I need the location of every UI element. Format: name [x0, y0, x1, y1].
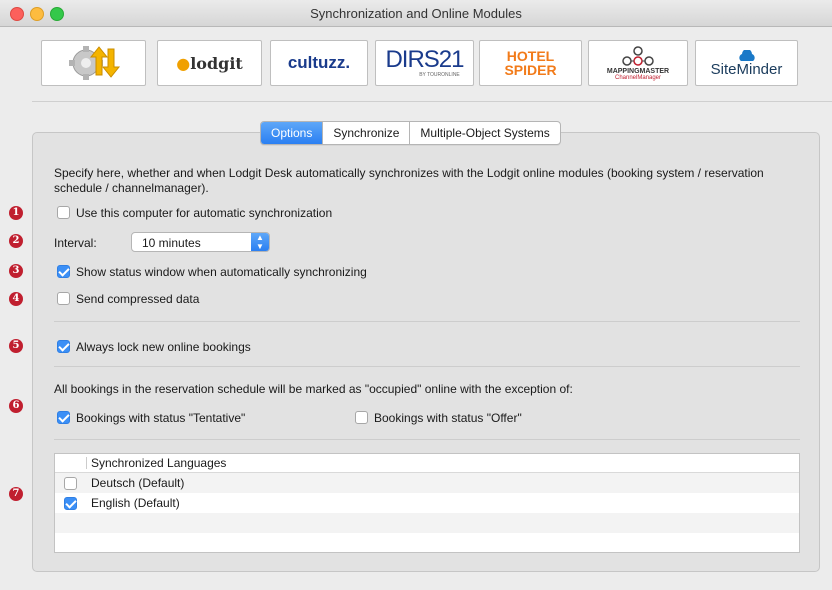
auto-sync-label: Use this computer for automatic synchron…	[76, 206, 333, 220]
lock-bookings-checkbox[interactable]	[57, 340, 70, 353]
mappingmaster-logo: MAPPINGMASTER	[606, 67, 670, 75]
cloud-icon	[738, 49, 755, 61]
section-divider	[54, 366, 800, 367]
tentative-checkbox[interactable]	[57, 411, 70, 424]
table-row	[55, 513, 799, 533]
step-badge-3: 3	[9, 264, 23, 278]
section-divider	[54, 321, 800, 322]
siteminder-module-button[interactable]: SiteMinder	[695, 40, 798, 86]
offer-label: Bookings with status "Offer"	[374, 411, 522, 425]
step-badge-6: 6	[9, 399, 23, 413]
window-title: Synchronization and Online Modules	[310, 6, 522, 21]
intro-text: Specify here, whether and when Lodgit De…	[54, 166, 764, 195]
toolbar-divider	[32, 101, 832, 102]
compressed-data-checkbox[interactable]	[57, 292, 70, 305]
updown-chevron-icon: ▲ ▼	[251, 233, 269, 251]
tab-multiple-object-systems[interactable]: Multiple-Object Systems	[410, 122, 559, 144]
dirs21-tagline: BY TOURONLINE	[419, 72, 460, 78]
tab-synchronize[interactable]: Synchronize	[323, 122, 411, 144]
offer-checkbox[interactable]	[355, 411, 368, 424]
interval-value: 10 minutes	[142, 236, 201, 250]
module-toolbar: ●lodgit cultuzz. DIRS21 BY TOURONLINE HO…	[0, 27, 832, 101]
interval-select[interactable]: 10 minutes ▲ ▼	[131, 232, 270, 252]
status-window-label: Show status window when automatically sy…	[76, 265, 367, 279]
language-label: English (Default)	[91, 496, 180, 510]
tab-bar: Options Synchronize Multiple-Object Syst…	[260, 121, 561, 145]
lodgit-logo: ●lodgit	[176, 53, 243, 73]
step-badge-7: 7	[9, 487, 23, 501]
table-row[interactable]: English (Default)	[55, 493, 799, 513]
step-badge-4: 4	[9, 292, 23, 306]
auto-sync-checkbox[interactable]	[57, 206, 70, 219]
cultuzz-logo: cultuzz.	[287, 53, 351, 72]
interval-label: Interval:	[54, 236, 97, 250]
languages-column-header[interactable]: Synchronized Languages	[91, 456, 226, 470]
network-icon	[622, 45, 654, 66]
siteminder-logo: SiteMinder	[710, 60, 783, 78]
tab-options[interactable]: Options	[261, 122, 324, 144]
sync-gear-icon	[68, 46, 120, 80]
language-label: Deutsch (Default)	[91, 476, 185, 490]
lodgit-module-button[interactable]: ●lodgit	[157, 40, 262, 86]
language-checkbox-deutsch[interactable]	[64, 477, 77, 490]
sync-settings-button[interactable]	[41, 40, 146, 86]
hotelspider-logo: HOTEL SPIDER	[504, 48, 557, 78]
cultuzz-module-button[interactable]: cultuzz.	[270, 40, 368, 86]
step-badge-2: 2	[9, 234, 23, 248]
dirs21-module-button[interactable]: DIRS21 BY TOURONLINE	[375, 40, 474, 86]
step-badge-1: 1	[9, 206, 23, 220]
compressed-data-label: Send compressed data	[76, 292, 200, 306]
table-row[interactable]: Deutsch (Default)	[55, 473, 799, 493]
languages-table: Synchronized Languages Deutsch (Default)…	[54, 453, 800, 553]
tentative-label: Bookings with status "Tentative"	[76, 411, 246, 425]
title-bar: Synchronization and Online Modules	[0, 0, 832, 27]
language-checkbox-english[interactable]	[64, 497, 77, 510]
mappingmaster-module-button[interactable]: MAPPINGMASTER ChannelManager	[588, 40, 688, 86]
lock-bookings-label: Always lock new online bookings	[76, 340, 251, 354]
hotelspider-module-button[interactable]: HOTEL SPIDER	[479, 40, 582, 86]
table-header: Synchronized Languages	[55, 454, 799, 473]
section-divider	[54, 439, 800, 440]
mappingmaster-tagline: ChannelManager	[614, 74, 662, 81]
dirs21-logo: DIRS21	[385, 46, 464, 73]
column-separator	[86, 457, 87, 469]
status-window-checkbox[interactable]	[57, 265, 70, 278]
step-badge-5: 5	[9, 339, 23, 353]
occupied-info-text: All bookings in the reservation schedule…	[54, 382, 573, 396]
